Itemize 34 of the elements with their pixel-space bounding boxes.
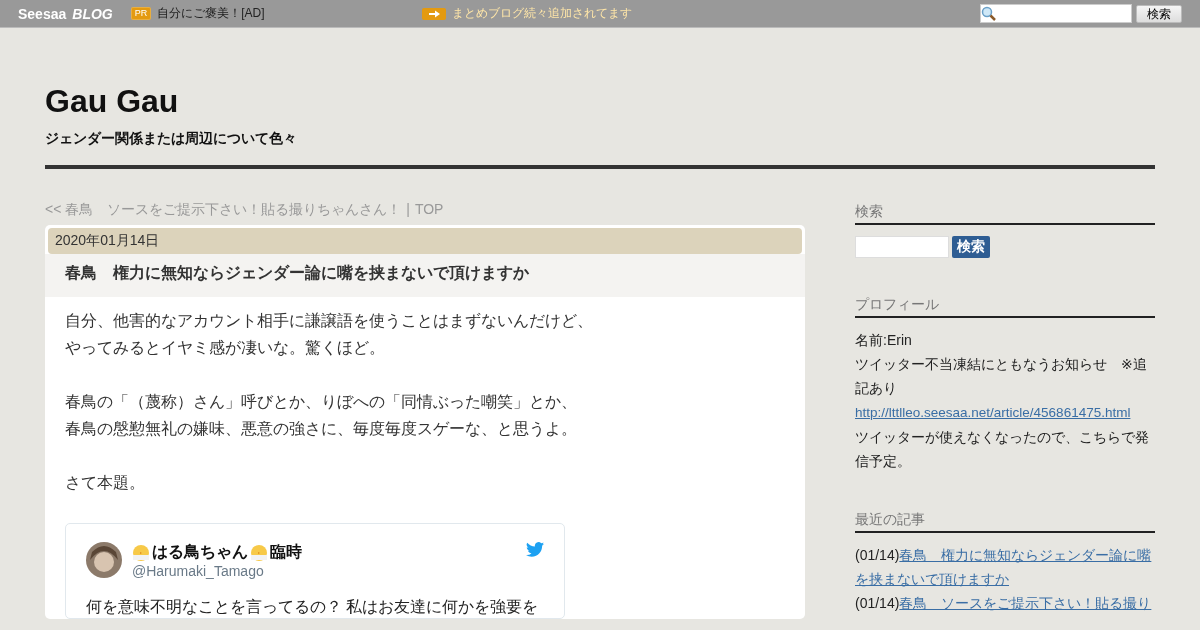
- chick-icon: [250, 543, 268, 562]
- sidebar-heading: プロフィール: [855, 296, 1155, 318]
- profile-text: ツイッターが使えなくなったので、こちらで発信予定。: [855, 428, 1150, 471]
- tweet-author: はる鳥ちゃん: [152, 542, 248, 562]
- article-date: 2020年01月14日: [48, 228, 802, 254]
- avatar: [86, 542, 122, 578]
- search-field[interactable]: [980, 4, 1132, 23]
- recent-article-link[interactable]: (01/14)春鳥 権力に無知ならジェンダー論に嘴を挟まないで頂けますか: [855, 543, 1155, 591]
- profile-text: 名前:Erin: [855, 331, 913, 350]
- blog-subtitle: ジェンダー関係または周辺について色々: [45, 130, 298, 148]
- body-text: 春鳥の「（蔑称）さん」呼びとか、りぼへの「同情ぶった嘲笑」とか、: [65, 392, 578, 412]
- profile-text: ツイッター不当凍結にともなうお知らせ ※追記あり: [855, 355, 1148, 398]
- body-text: さて本題。: [65, 473, 146, 493]
- tweet-handle: @Harumaki_Tamago: [132, 563, 265, 579]
- search-button[interactable]: 検索: [1136, 4, 1182, 23]
- blog-title[interactable]: Gau Gau: [45, 28, 1155, 121]
- tweet-author: 臨時: [270, 542, 302, 562]
- separator: |: [406, 201, 410, 219]
- search-field[interactable]: [855, 236, 949, 258]
- body-text: 春鳥の慇懃無礼の嫌味、悪意の強さに、毎度毎度スゲーな、と思うよ。: [65, 419, 578, 439]
- pr-badge: PR: [130, 7, 152, 20]
- article-title[interactable]: 春鳥 権力に無知ならジェンダー論に嘴を挟まないで頂けますか: [45, 254, 805, 297]
- sidebar-heading: 検索: [855, 203, 1155, 225]
- tweet-text: 何を意味不明なことを言ってるの？ 私はお友達に何かを強要を: [86, 597, 540, 617]
- chick-icon: [132, 543, 150, 562]
- search-icon: [981, 5, 997, 22]
- ad-link[interactable]: 自分にご褒美！[AD]: [157, 5, 265, 22]
- body-text: 自分、他害的なアカウント相手に謙譲語を使うことはまずないんだけど、: [65, 311, 594, 331]
- sidebar-heading: 最近の記事: [855, 511, 1155, 533]
- search-button[interactable]: 検索: [952, 236, 990, 258]
- bird-icon: [526, 542, 544, 557]
- profile-link[interactable]: http://lttlleo.seesaa.net/article/456861475.html: [855, 405, 1131, 420]
- body-text: やってみるとイヤミ感が凄いな。驚くほど。: [65, 338, 386, 358]
- recent-article-link[interactable]: (01/14)春鳥 ソースをご提示下さい！貼る撮り: [855, 591, 1155, 615]
